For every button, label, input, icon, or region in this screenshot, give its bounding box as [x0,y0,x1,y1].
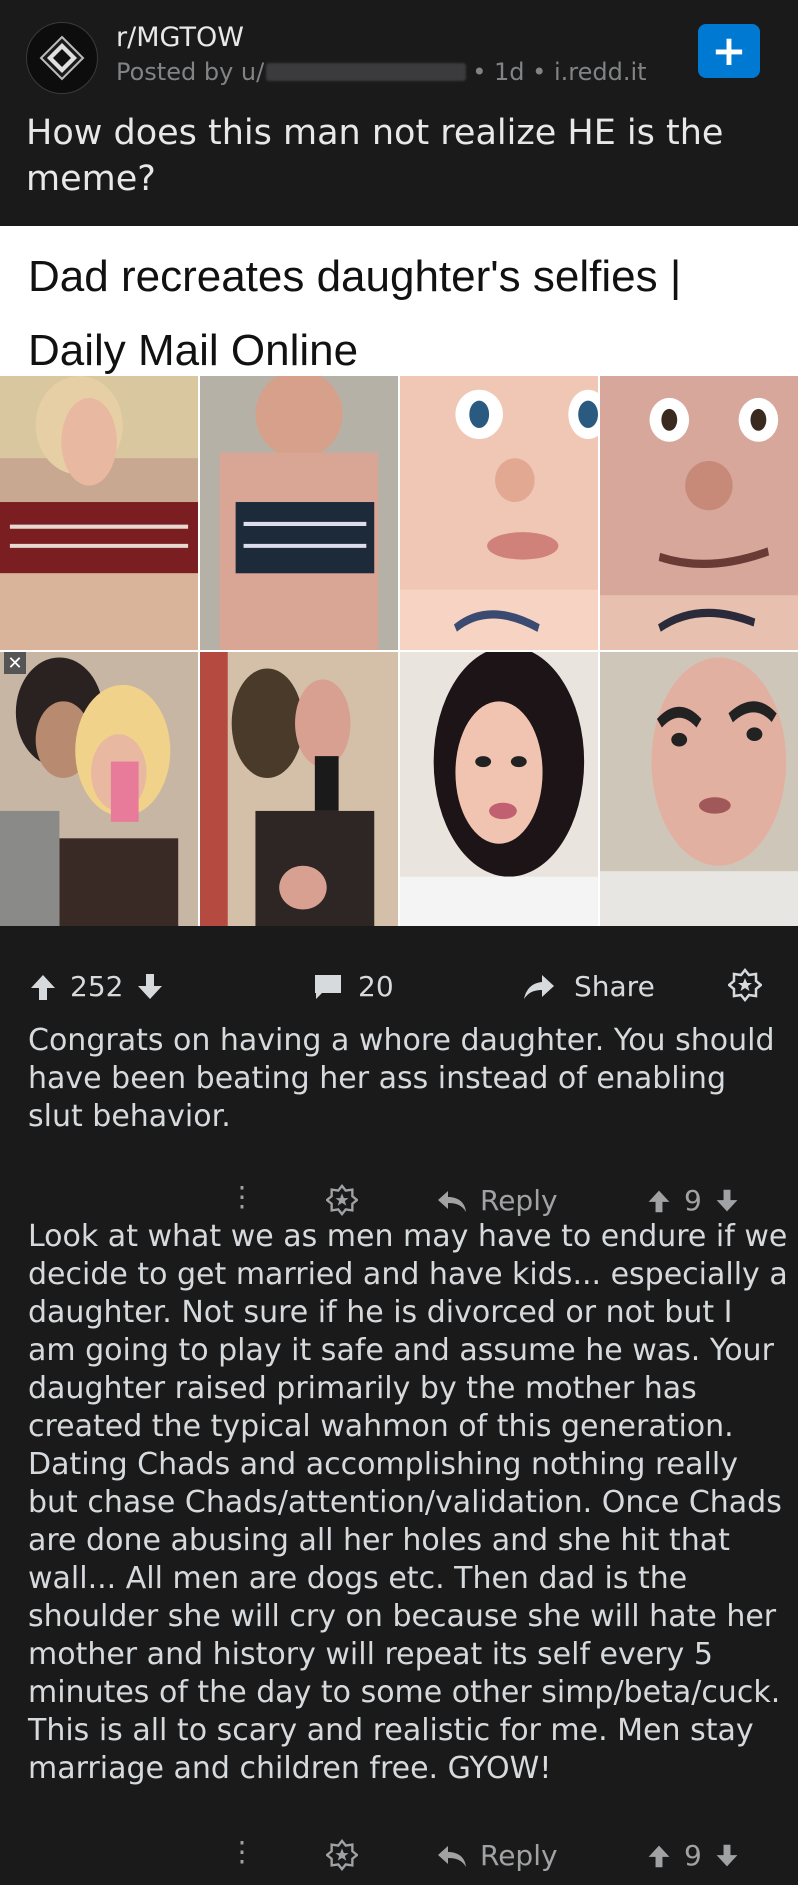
more-options-icon[interactable]: ⋮ [228,1835,256,1868]
comment-vote-group: 9 [646,1184,740,1217]
photo-grid: ✕ [0,376,798,926]
posted-by-label[interactable]: Posted by u/ [116,58,264,86]
meta-dot: • [472,58,495,86]
comment-icon [315,974,341,999]
photo-dad-closeup [600,376,798,650]
vote-group: 252 [28,970,165,1003]
post-header: r/MGTOW Posted by u/ • 1d • i.redd.it + … [0,0,798,226]
comment-score: 9 [684,1839,702,1872]
post-meta: Posted by u/ • 1d • i.redd.it [116,58,647,86]
award-button[interactable] [326,1839,358,1871]
photo-dad-with-mannequin [200,652,398,926]
more-options-icon[interactable]: ⋮ [228,1180,256,1213]
upvote-icon[interactable] [646,1188,672,1214]
award-icon [728,968,762,1002]
redacted-username [266,63,467,81]
photo-dad-bandana [200,376,398,650]
image-headline: Dad recreates daughter's selfies | Daily… [28,252,682,375]
photo-daughter-bandana [0,376,198,650]
photo-couple-selfie: ✕ [0,652,198,926]
award-icon [326,1184,358,1216]
reply-button[interactable]: Reply [436,1839,558,1872]
downvote-icon[interactable] [714,1188,740,1214]
comment-count: 20 [358,970,394,1003]
comment-body[interactable]: Look at what we as men may have to endur… [28,1218,788,1788]
award-icon [326,1839,358,1871]
subreddit-name[interactable]: r/MGTOW [116,22,244,53]
share-label: Share [574,970,655,1003]
award-button[interactable] [326,1184,358,1216]
comment-body[interactable]: Congrats on having a whore daughter. You… [28,1022,788,1136]
post-image[interactable]: Dad recreates daughter's selfies | Daily… [0,226,798,926]
comment-vote-group: 9 [646,1839,740,1872]
close-icon[interactable]: ✕ [4,652,26,674]
award-button[interactable] [728,968,762,1002]
post-action-bar: 252 20 Share [0,940,798,1030]
photo-dad-eyebrows [600,652,798,926]
reply-label: Reply [480,1839,558,1872]
reply-icon [438,1845,466,1867]
join-button[interactable]: + [698,24,760,78]
upvote-icon[interactable] [28,972,58,1002]
reply-label: Reply [480,1184,558,1217]
share-icon [524,974,554,999]
share-button[interactable]: Share [522,970,655,1003]
post-domain[interactable]: i.redd.it [554,58,647,86]
comment-action-bar: ⋮ Reply 9 [0,1835,798,1885]
reply-button[interactable]: Reply [436,1184,558,1217]
post-score: 252 [70,970,124,1003]
post-title[interactable]: How does this man not realize HE is the … [26,110,786,202]
upvote-icon[interactable] [646,1843,672,1869]
photo-daughter-dark-hair [400,652,598,926]
downvote-icon[interactable] [135,972,165,1002]
subreddit-avatar[interactable] [26,22,98,94]
photo-daughter-closeup [400,376,598,650]
meta-dot: • [524,58,554,86]
post-age: 1d [494,58,525,86]
subreddit-logo-icon [39,35,85,81]
comment-score: 9 [684,1184,702,1217]
reply-icon [438,1190,466,1212]
comments-button[interactable]: 20 [312,970,394,1003]
downvote-icon[interactable] [714,1843,740,1869]
